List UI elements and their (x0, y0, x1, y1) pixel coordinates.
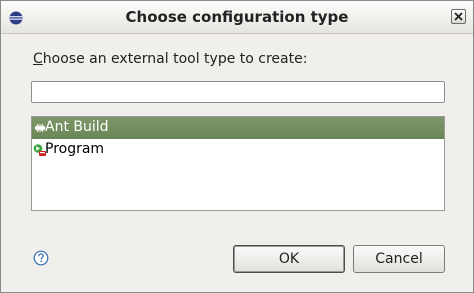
configuration-type-list[interactable]: Ant Build Program (31, 116, 445, 211)
list-item-program[interactable]: Program (32, 139, 444, 161)
prompt-mnemonic: C (33, 51, 43, 67)
help-button[interactable] (33, 250, 49, 266)
filter-input[interactable] (31, 81, 445, 103)
cancel-button[interactable]: Cancel (353, 245, 445, 273)
title-bar[interactable]: Choose configuration type (1, 1, 473, 34)
ok-button[interactable]: OK (233, 245, 345, 273)
close-icon (454, 12, 463, 21)
list-item-label: Ant Build (45, 119, 109, 135)
list-item-ant-build[interactable]: Ant Build (32, 117, 444, 139)
prompt-text: hoose an external tool type to create: (42, 51, 308, 67)
dialog-window: Choose configuration type Choose an exte… (0, 0, 474, 293)
close-button[interactable] (451, 9, 466, 24)
dialog-title: Choose configuration type (125, 8, 349, 26)
prompt-label: Choose an external tool type to create: (33, 51, 307, 67)
help-icon (33, 250, 49, 266)
list-item-label: Program (45, 141, 105, 157)
